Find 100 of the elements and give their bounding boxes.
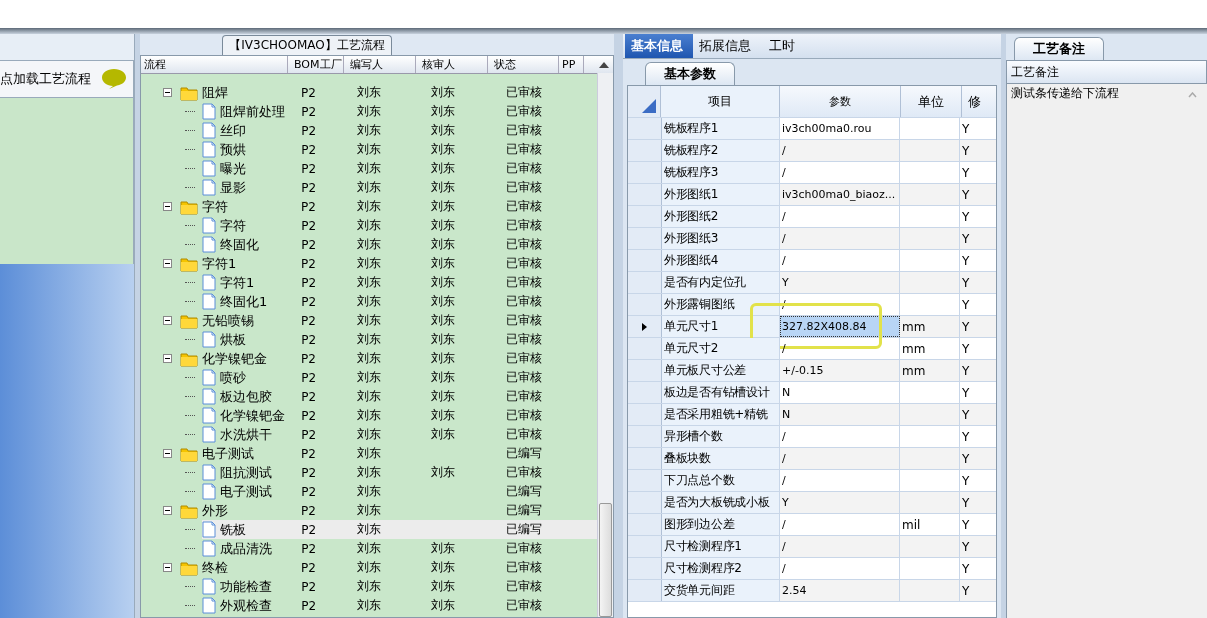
row-header-cell[interactable] [628,272,662,293]
step-name[interactable]: 外观检查 [220,596,272,615]
step-name[interactable]: 曝光 [220,159,246,178]
step-name[interactable]: 板边包胶 [220,387,272,406]
row-header-cell[interactable] [628,558,662,579]
step-name[interactable]: 终检 [202,558,228,577]
step-name[interactable]: 字符 [220,216,246,235]
collapse-toggle[interactable] [163,506,172,515]
table-cell[interactable]: / [780,338,900,359]
scrollbar-thumb[interactable] [599,503,612,617]
row-header-cell[interactable] [628,360,662,381]
collapse-toggle[interactable] [163,449,172,458]
step-name[interactable]: 终固化 [220,235,259,254]
row-header-cell[interactable] [628,514,662,535]
step-name[interactable]: 烘板 [220,330,246,349]
speech-bubble-icon[interactable] [101,68,127,90]
table-cell[interactable]: / [780,228,900,249]
step-name[interactable]: 终固化1 [220,292,268,311]
splitter[interactable] [134,34,140,618]
column-header[interactable]: 流程 [141,56,288,73]
table-cell[interactable]: / [780,448,900,469]
table-cell[interactable]: / [780,206,900,227]
row-header-cell[interactable] [628,580,662,601]
step-name[interactable]: 铣板 [220,520,246,539]
step-name[interactable]: 化学镍钯金 [220,406,285,425]
tab[interactable]: 工艺备注 [1014,37,1104,60]
table-cell[interactable]: / [780,426,900,447]
table-cell[interactable]: 2.54 [780,580,900,601]
table-cell: 异形槽个数 [662,426,780,447]
collapse-toggle[interactable] [163,563,172,572]
table-cell[interactable]: / [780,514,900,535]
notes-field[interactable]: 测试条传递给下流程 [1006,84,1207,618]
row-header-cell[interactable] [628,140,662,161]
table-cell[interactable]: / [780,558,900,579]
column-header[interactable]: 单位 [901,86,962,117]
column-header[interactable]: 项目 [661,86,780,117]
step-name[interactable]: 字符1 [202,254,237,273]
row-header-cell[interactable] [628,250,662,271]
row-header-cell[interactable] [628,184,662,205]
table-cell[interactable]: iv3ch00ma0_biaoz... [780,184,900,205]
row-header-cell[interactable] [628,316,662,337]
step-name[interactable]: 成品清洗 [220,539,272,558]
step-name[interactable]: 丝印 [220,121,246,140]
step-name[interactable]: 电子测试 [202,444,254,463]
scroll-up-icon[interactable] [598,61,610,69]
column-header[interactable]: PP [559,56,584,73]
row-header-cell[interactable] [628,294,662,315]
table-cell[interactable]: Y [780,272,900,293]
column-header[interactable]: 参数 [780,86,901,117]
column-header[interactable]: 编写人 [344,56,416,73]
row-header-cell[interactable] [628,162,662,183]
step-name[interactable]: 水洗烘干 [220,425,272,444]
step-name[interactable]: 电子测试 [220,482,272,501]
tab[interactable]: 拓展信息 [693,34,763,58]
step-name[interactable]: 阻焊前处理 [220,102,285,121]
tab[interactable]: 基本参数 [645,62,735,85]
row-header-cell[interactable] [628,470,662,491]
step-name[interactable]: 阻抗测试 [220,463,272,482]
table-cell[interactable]: / [780,536,900,557]
table-cell[interactable]: N [780,404,900,425]
row-header-cell[interactable] [628,492,662,513]
step-name[interactable]: 外形 [202,501,228,520]
table-cell[interactable]: Y [780,492,900,513]
row-header-cell[interactable] [628,338,662,359]
column-header[interactable]: 状态 [488,56,559,73]
collapse-toggle[interactable] [163,259,172,268]
row-header-cell[interactable] [628,404,662,425]
table-cell[interactable]: / [780,140,900,161]
collapse-toggle[interactable] [163,316,172,325]
table-cell[interactable]: / [780,250,900,271]
step-name[interactable]: 阻焊 [202,83,228,102]
step-name[interactable]: 预烘 [220,140,246,159]
table-cell[interactable]: N [780,382,900,403]
table-cell[interactable]: 327.82X408.84 [780,316,900,337]
splitter[interactable] [1001,34,1006,618]
row-header-cell[interactable] [628,382,662,403]
row-header-cell[interactable] [628,118,662,139]
tab[interactable]: 工时 [763,34,807,58]
table-cell[interactable]: iv3ch00ma0.rou [780,118,900,139]
collapse-toggle[interactable] [163,202,172,211]
step-name[interactable]: 功能检查 [220,577,272,596]
column-header[interactable]: BOM工厂 [288,56,344,73]
tab[interactable]: 基本信息 [625,34,693,58]
table-cell[interactable]: / [780,470,900,491]
step-name[interactable]: 字符 [202,197,228,216]
step-name[interactable]: 字符1 [220,273,255,292]
table-cell[interactable]: / [780,162,900,183]
collapse-toggle[interactable] [163,354,172,363]
table-cell[interactable]: +/-0.15 [780,360,900,381]
column-header[interactable]: 核审人 [416,56,488,73]
row-header-cell[interactable] [628,536,662,557]
collapse-toggle[interactable] [163,88,172,97]
step-name[interactable]: 显影 [220,178,246,197]
step-name[interactable]: 无铅喷锡 [202,311,254,330]
row-header-cell[interactable] [628,228,662,249]
row-header-cell[interactable] [628,206,662,227]
row-header-cell[interactable] [628,448,662,469]
step-name[interactable]: 化学镍钯金 [202,349,267,368]
row-header-cell[interactable] [628,426,662,447]
step-name[interactable]: 喷砂 [220,368,246,387]
